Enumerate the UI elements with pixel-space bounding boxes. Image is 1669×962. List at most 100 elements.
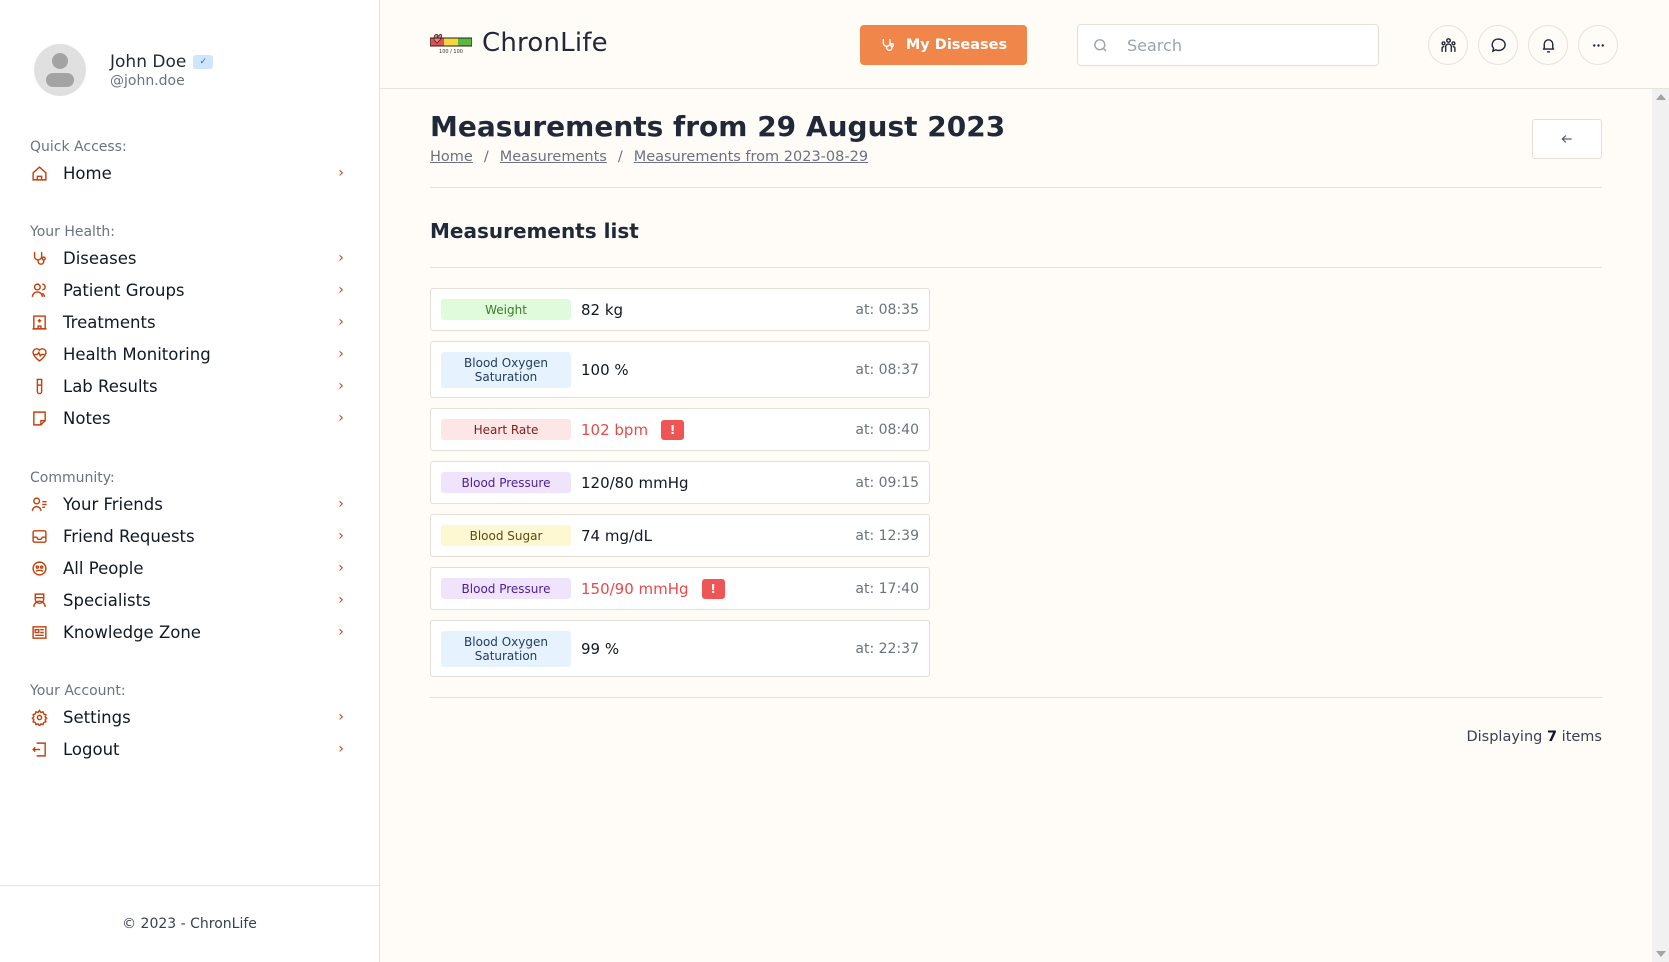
- breadcrumb-separator: /: [483, 149, 489, 165]
- chevron-right-icon: ›: [338, 592, 344, 608]
- divider: [430, 187, 1602, 188]
- sidebar-item-notes[interactable]: Notes ›: [30, 402, 350, 434]
- measurement-value: 74 mg/dL: [581, 526, 652, 545]
- chevron-right-icon: ›: [338, 250, 344, 266]
- vertical-scrollbar[interactable]: [1652, 89, 1669, 962]
- avatar: [34, 44, 86, 96]
- measurements-list: Weight 82 kg at: 08:35 Blood Oxygen Saturat…: [430, 288, 930, 687]
- sidebar-item-label: Home: [63, 163, 112, 183]
- sidebar-item-label: Treatments: [63, 312, 156, 332]
- breadcrumb-home[interactable]: Home: [430, 149, 473, 165]
- scroll-up-arrow-icon[interactable]: [1656, 94, 1666, 100]
- people-circle-icon: [30, 559, 48, 577]
- breadcrumb-current[interactable]: Measurements from 2023-08-29: [634, 149, 868, 165]
- more-button[interactable]: [1578, 25, 1618, 65]
- chevron-right-icon: ›: [338, 741, 344, 757]
- brand[interactable]: 100 / 100 ChronLife: [429, 28, 608, 58]
- divider: [430, 697, 1602, 698]
- measurement-row[interactable]: Blood Oxygen Saturation 99 % at: 22:37: [430, 620, 930, 677]
- sidebar-item-label: Notes: [63, 408, 111, 428]
- sidebar-item-label: Lab Results: [63, 376, 158, 396]
- chevron-right-icon: ›: [338, 346, 344, 362]
- sidebar-item-diseases[interactable]: Diseases ›: [30, 242, 350, 274]
- notifications-button[interactable]: [1528, 25, 1568, 65]
- my-diseases-button[interactable]: My Diseases: [860, 25, 1027, 65]
- back-button[interactable]: [1532, 119, 1602, 159]
- measurement-value: 82 kg: [581, 300, 624, 319]
- measurement-type-badge: Blood Pressure: [441, 578, 571, 599]
- nav-section-community: Community: Your Friends › Friend Request…: [30, 468, 350, 648]
- messages-button[interactable]: [1478, 25, 1518, 65]
- sidebar-item-treatments[interactable]: Treatments ›: [30, 306, 350, 338]
- measurement-type-badge: Blood Oxygen Saturation: [441, 351, 571, 388]
- note-icon: [30, 409, 48, 427]
- user-profile[interactable]: John Doe ✓ @john.doe: [34, 44, 214, 96]
- sidebar-item-label: Patient Groups: [63, 280, 185, 300]
- chevron-right-icon: ›: [338, 165, 344, 181]
- items-count: Displaying 7 items: [1466, 729, 1602, 745]
- inbox-icon: [30, 527, 48, 545]
- sidebar-item-label: Settings: [63, 707, 131, 727]
- measurement-value: 99 %: [581, 639, 620, 658]
- sidebar-item-lab-results[interactable]: Lab Results ›: [30, 370, 350, 402]
- breadcrumb-separator: /: [617, 149, 623, 165]
- measurement-time: at: 08:40: [855, 421, 919, 438]
- sidebar-item-home[interactable]: Home ›: [30, 157, 350, 189]
- page-title: Measurements from 29 August 2023: [430, 110, 1006, 143]
- measurement-time: at: 09:15: [855, 474, 919, 491]
- search-input[interactable]: [1127, 35, 1357, 55]
- measurement-type-badge: Heart Rate: [441, 419, 571, 440]
- newspaper-icon: [30, 623, 48, 641]
- breadcrumb-measurements[interactable]: Measurements: [500, 149, 607, 165]
- chevron-right-icon: ›: [338, 496, 344, 512]
- nav-section-quick-access: Quick Access: Home ›: [30, 137, 350, 189]
- sidebar-item-label: Your Friends: [63, 494, 163, 514]
- sidebar-item-friend-requests[interactable]: Friend Requests ›: [30, 520, 350, 552]
- scroll-down-arrow-icon[interactable]: [1656, 951, 1666, 957]
- sidebar-item-logout[interactable]: Logout ›: [30, 733, 350, 765]
- measurement-time: at: 08:35: [855, 301, 919, 318]
- count-prefix: Displaying: [1466, 729, 1543, 745]
- measurement-row[interactable]: Heart Rate 102 bpm! at: 08:40: [430, 408, 930, 451]
- measurement-value: 102 bpm: [581, 420, 649, 439]
- heart-pulse-icon: [30, 345, 48, 363]
- sidebar-item-label: Specialists: [63, 590, 151, 610]
- measurement-row[interactable]: Blood Pressure 150/90 mmHg! at: 17:40: [430, 567, 930, 610]
- user-name: John Doe: [110, 51, 187, 72]
- test-tube-icon: [30, 377, 48, 395]
- sidebar-footer: © 2023 - ChronLife: [0, 885, 379, 962]
- divider: [430, 267, 1602, 268]
- measurement-row[interactable]: Weight 82 kg at: 08:35: [430, 288, 930, 331]
- chevron-right-icon: ›: [338, 528, 344, 544]
- people-group-icon: [1440, 37, 1456, 52]
- nav-heading: Quick Access:: [30, 139, 127, 155]
- sidebar-item-all-people[interactable]: All People ›: [30, 552, 350, 584]
- groups-button[interactable]: [1428, 25, 1468, 65]
- stethoscope-icon: [882, 39, 894, 51]
- measurement-type-badge: Blood Oxygen Saturation: [441, 630, 571, 667]
- user-list-icon: [30, 495, 48, 513]
- sidebar-item-health-monitoring[interactable]: Health Monitoring ›: [30, 338, 350, 370]
- stethoscope-icon: [30, 249, 48, 267]
- chevron-right-icon: ›: [338, 314, 344, 330]
- count-value: 7: [1546, 729, 1558, 745]
- home-icon: [30, 164, 48, 182]
- users-icon: [30, 281, 48, 299]
- sidebar-item-specialists[interactable]: Specialists ›: [30, 584, 350, 616]
- sidebar-item-settings[interactable]: Settings ›: [30, 701, 350, 733]
- sidebar-item-patient-groups[interactable]: Patient Groups ›: [30, 274, 350, 306]
- measurement-row[interactable]: Blood Pressure 120/80 mmHg at: 09:15: [430, 461, 930, 504]
- count-suffix: items: [1561, 729, 1602, 745]
- nav-heading: Community:: [30, 470, 115, 486]
- more-dots-icon: [1592, 43, 1604, 47]
- nav-section-your-account: Your Account: Settings › Logout ›: [30, 681, 350, 765]
- sidebar-item-your-friends[interactable]: Your Friends ›: [30, 488, 350, 520]
- sidebar-item-knowledge-zone[interactable]: Knowledge Zone ›: [30, 616, 350, 648]
- measurement-row[interactable]: Blood Oxygen Saturation 100 % at: 08:37: [430, 341, 930, 398]
- measurement-time: at: 17:40: [855, 580, 919, 597]
- chevron-right-icon: ›: [338, 282, 344, 298]
- verified-check-icon: ✓: [193, 54, 214, 69]
- measurement-row[interactable]: Blood Sugar 74 mg/dL at: 12:39: [430, 514, 930, 557]
- user-handle: @john.doe: [110, 72, 185, 89]
- sidebar-item-label: Health Monitoring: [63, 344, 211, 364]
